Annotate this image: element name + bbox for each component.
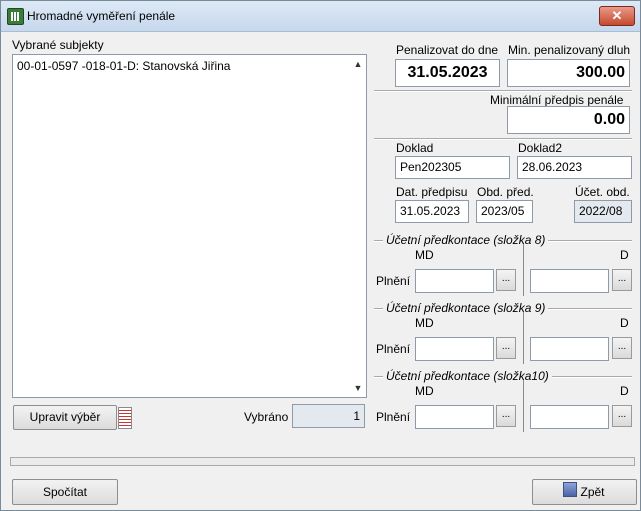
divider xyxy=(523,380,524,432)
divider xyxy=(523,244,524,296)
window-title: Hromadné vyměření penále xyxy=(27,9,176,23)
scroll-up-icon[interactable]: ▲ xyxy=(353,59,363,69)
period-label: Obd. před. xyxy=(477,185,534,199)
md-label: MD xyxy=(415,248,434,262)
d-browse-button[interactable]: ... xyxy=(612,405,632,427)
d-label: D xyxy=(620,384,629,398)
d-input[interactable] xyxy=(530,405,609,429)
separator xyxy=(374,90,632,92)
close-button[interactable]: ✕ xyxy=(599,6,635,26)
calculate-button[interactable]: Spočítat xyxy=(12,479,118,505)
md-browse-button[interactable]: ... xyxy=(496,269,516,291)
row-label: Plnění xyxy=(376,342,411,356)
penalize-to-label: Penalizovat do dne xyxy=(396,43,499,57)
list-icon[interactable] xyxy=(118,407,132,429)
edit-selection-button[interactable]: Upravit výběr xyxy=(13,405,117,430)
row-label: Plnění xyxy=(376,274,411,288)
md-input[interactable] xyxy=(415,337,494,361)
d-input[interactable] xyxy=(530,269,609,293)
group-title-10: Účetní předkontace (složka10) xyxy=(383,369,552,383)
md-input[interactable] xyxy=(415,269,494,293)
acc-period-field: 2022/08 xyxy=(574,200,632,223)
min-debt-field[interactable]: 300.00 xyxy=(507,59,630,87)
app-icon xyxy=(7,8,24,25)
min-charge-label: Minimální předpis penále xyxy=(490,93,624,107)
acc-period-label: Účet. obd. xyxy=(575,185,630,199)
divider xyxy=(523,312,524,364)
row-label: Plnění xyxy=(376,410,411,424)
doc-label: Doklad xyxy=(396,141,434,155)
selected-label: Vybráno xyxy=(244,410,289,424)
separator xyxy=(374,138,632,140)
d-label: D xyxy=(620,248,629,262)
doc-field[interactable]: Pen202305 xyxy=(395,156,510,179)
charge-date-label: Dat. předpisu xyxy=(396,185,468,199)
md-label: MD xyxy=(415,384,434,398)
title-bar[interactable]: Hromadné vyměření penále ✕ xyxy=(1,1,640,32)
progress-bar xyxy=(10,457,635,466)
doc2-field[interactable]: 28.06.2023 xyxy=(517,156,632,179)
back-button-label: Zpět xyxy=(580,485,605,499)
d-browse-button[interactable]: ... xyxy=(612,269,632,291)
md-input[interactable] xyxy=(415,405,494,429)
min-charge-field[interactable]: 0.00 xyxy=(507,106,630,134)
back-button[interactable]: Zpět xyxy=(532,479,637,505)
scroll-down-icon[interactable]: ▼ xyxy=(353,383,363,393)
subjects-list-label: Vybrané subjekty xyxy=(12,38,104,52)
selected-count-field: 1 xyxy=(292,404,365,428)
md-browse-button[interactable]: ... xyxy=(496,337,516,359)
list-item[interactable]: 00-01-0597 -018-01-D: Stanovská Jiřina xyxy=(17,59,230,73)
d-browse-button[interactable]: ... xyxy=(612,337,632,359)
d-label: D xyxy=(620,316,629,330)
min-debt-label: Min. penalizovaný dluh xyxy=(508,43,631,57)
md-browse-button[interactable]: ... xyxy=(496,405,516,427)
d-input[interactable] xyxy=(530,337,609,361)
back-icon xyxy=(563,482,577,497)
md-label: MD xyxy=(415,316,434,330)
charge-date-field[interactable]: 31.05.2023 xyxy=(395,200,469,223)
subjects-list[interactable]: 00-01-0597 -018-01-D: Stanovská Jiřina ▲… xyxy=(12,54,367,398)
period-field[interactable]: 2023/05 xyxy=(476,200,533,223)
penalize-to-field[interactable]: 31.05.2023 xyxy=(395,59,500,87)
doc2-label: Doklad2 xyxy=(518,141,563,155)
dialog-window: Hromadné vyměření penále ✕ Vybrané subje… xyxy=(0,0,641,511)
